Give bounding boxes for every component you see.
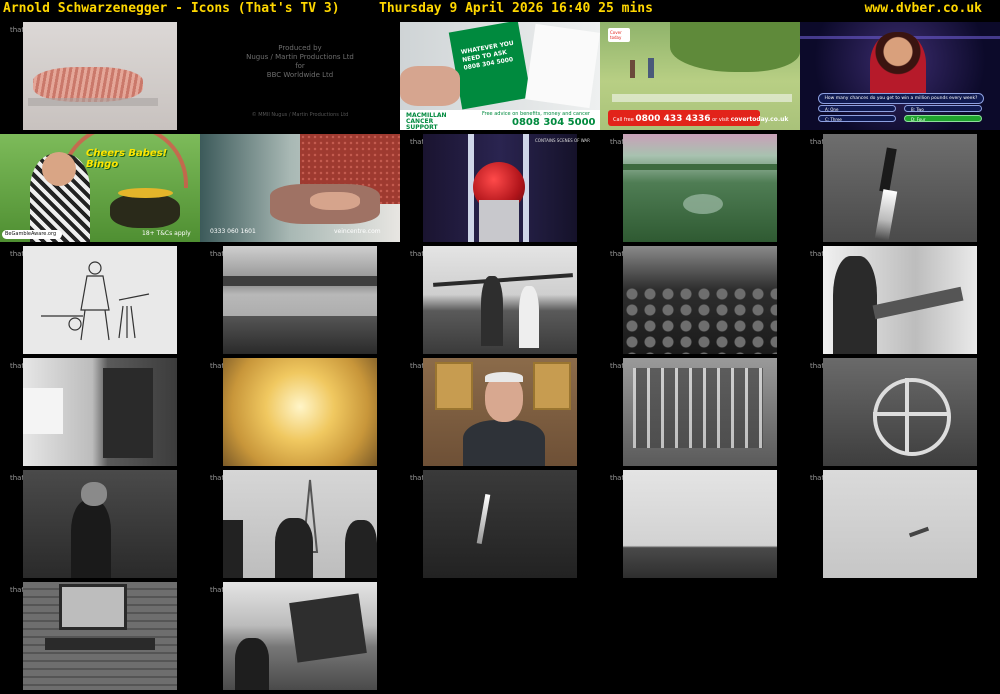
thumbnail-frame[interactable]: that's CONTAINS SCENES OF WAR xyxy=(400,134,600,246)
content-warning: CONTAINS SCENES OF WAR xyxy=(535,138,590,143)
programme-title: Arnold Schwarzenegger - Icons (That's TV… xyxy=(3,1,340,16)
frame-image xyxy=(623,246,777,354)
thumbnail-frame[interactable]: that's xyxy=(600,470,800,582)
thumbnail-frame[interactable]: that's xyxy=(600,246,800,358)
frame-image xyxy=(23,22,177,130)
frame-image xyxy=(223,582,377,690)
frame-image: CONTAINS SCENES OF WAR xyxy=(423,134,590,242)
thumbnail-frame[interactable]: How many chances do you get to win a mil… xyxy=(800,22,1000,134)
frame-image xyxy=(423,246,577,354)
thumbnail-frame[interactable]: that's xyxy=(0,22,200,134)
thumbnail-frame[interactable]: that's xyxy=(800,134,1000,246)
frame-image xyxy=(623,358,777,466)
thumbnail-frame[interactable]: 0333 060 1601 veincentre.com xyxy=(200,134,400,246)
frame-image: Cover today Call free 0800 433 4336 or v… xyxy=(600,22,800,130)
ad-phone: 0808 304 5000 xyxy=(512,117,596,128)
thumbnail-frame[interactable]: that's xyxy=(600,358,800,470)
ad-phone: 0800 433 4336 xyxy=(635,114,711,124)
frame-image: 0333 060 1601 veincentre.com xyxy=(200,134,400,242)
quiz-option: D: Four xyxy=(904,115,982,122)
ad-url: veincentre.com xyxy=(334,228,381,235)
thumbnail-frame[interactable]: that's xyxy=(0,246,200,358)
copyright-line: © MMII Nugus / Martin Productions Ltd xyxy=(251,112,349,118)
thumbnail-frame[interactable]: that's xyxy=(0,470,200,582)
frame-image xyxy=(223,470,377,578)
header-bar: Arnold Schwarzenegger - Icons (That's TV… xyxy=(0,0,1000,20)
frame-image xyxy=(223,246,377,354)
ad-url: covertoday.co.uk xyxy=(730,116,789,123)
thumbnail-frame[interactable]: that's xyxy=(200,470,400,582)
thumbnail-grid: that's Produced by Nugus / Martin Produc… xyxy=(0,22,1000,694)
thumbnail-frame[interactable]: that's xyxy=(0,358,200,470)
frame-image xyxy=(23,246,177,354)
thumbnail-frame[interactable]: WHATEVER YOU NEED TO ASK 0808 304 5000 M… xyxy=(400,22,600,134)
thumbnail-frame[interactable]: that's xyxy=(200,358,400,470)
frame-image xyxy=(823,358,977,466)
bingo-headline: Cheers Babes! Bingo xyxy=(86,148,168,170)
frame-image: How many chances do you get to win a mil… xyxy=(800,22,1000,130)
ad-terms: 18+ T&Cs apply xyxy=(142,230,191,237)
frame-image xyxy=(823,134,977,242)
credit-line: BBC Worldwide Ltd xyxy=(266,71,334,79)
ad-call-label: Call free xyxy=(613,117,634,123)
thumbnail-frame[interactable]: that's xyxy=(600,134,800,246)
thumbnail-frame[interactable]: that's xyxy=(200,246,400,358)
thumbnail-frame[interactable]: Cover today Call free 0800 433 4336 or v… xyxy=(600,22,800,134)
frame-image xyxy=(23,358,177,466)
credit-line: for xyxy=(295,62,305,70)
thumbnail-frame[interactable]: that's xyxy=(400,358,600,470)
quiz-option: C: Three xyxy=(818,115,896,122)
thumbnail-frame[interactable]: that's xyxy=(400,246,600,358)
site-link[interactable]: www.dvber.co.uk xyxy=(865,1,982,16)
ad-phone: 0333 060 1601 xyxy=(210,228,256,235)
thumbnail-frame[interactable]: that's xyxy=(400,470,600,582)
thumbnail-frame[interactable]: that's xyxy=(200,582,400,694)
ad-or-label: or visit xyxy=(712,117,730,123)
frame-image xyxy=(623,134,777,242)
frame-image xyxy=(823,246,977,354)
frame-image xyxy=(23,582,177,690)
thumbnail-frame[interactable]: that's xyxy=(800,470,1000,582)
frame-image: Cheers Babes! Bingo BeGambleAware.org 18… xyxy=(0,134,200,242)
frame-image: WHATEVER YOU NEED TO ASK 0808 304 5000 M… xyxy=(400,22,600,131)
frame-image xyxy=(223,358,377,466)
thumbnail-frame[interactable]: that's xyxy=(800,358,1000,470)
frame-image xyxy=(623,470,777,578)
frame-image xyxy=(823,470,977,578)
macmillan-logo: MACMILLAN CANCER SUPPORT xyxy=(406,112,447,131)
quiz-question: How many chances do you get to win a mil… xyxy=(818,93,984,104)
frame-image: Produced by Nugus / Martin Productions L… xyxy=(200,22,400,130)
broadcast-datetime: Thursday 9 April 2026 16:40 25 mins xyxy=(379,1,653,16)
frame-image xyxy=(423,358,577,466)
gamble-aware-badge: BeGambleAware.org xyxy=(2,230,62,239)
thumbnail-frame[interactable]: Produced by Nugus / Martin Productions L… xyxy=(200,22,400,134)
thumbnail-frame[interactable]: that's xyxy=(0,582,200,694)
quiz-option: A: One xyxy=(818,105,896,112)
thumbnail-frame[interactable]: Cheers Babes! Bingo BeGambleAware.org 18… xyxy=(0,134,200,246)
frame-image xyxy=(23,470,177,578)
frame-image xyxy=(423,470,577,578)
cover-logo: Cover today xyxy=(610,30,622,40)
thumbnail-frame[interactable]: that's xyxy=(800,246,1000,358)
credit-line: Nugus / Martin Productions Ltd xyxy=(246,53,354,61)
credit-line: Produced by xyxy=(278,44,322,52)
quiz-option: B: Two xyxy=(904,105,982,112)
